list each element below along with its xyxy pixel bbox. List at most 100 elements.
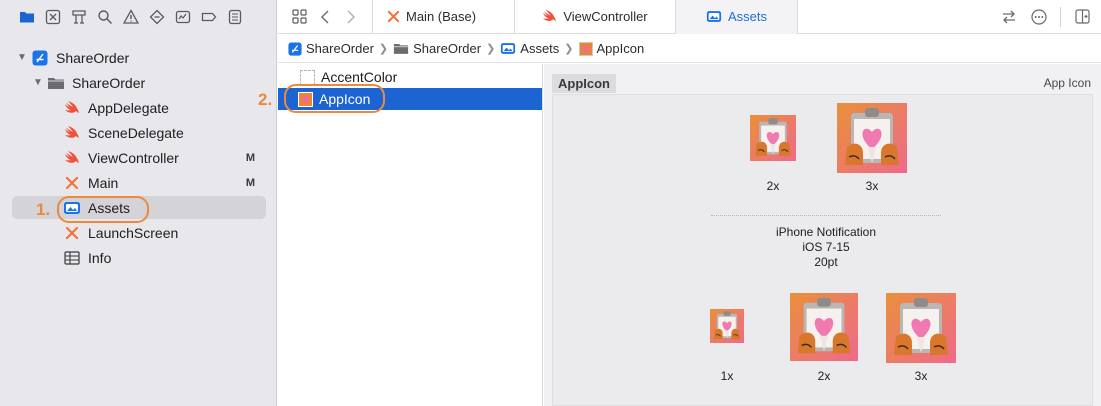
- step-1-annotation: 1.: [36, 200, 51, 219]
- scm-status-badge: M: [245, 151, 255, 164]
- tab-label: ViewController: [563, 9, 648, 24]
- app-icon-image: [710, 309, 744, 343]
- more-options-icon[interactable]: [1026, 4, 1052, 30]
- icon-slot-1x[interactable]: 1x: [710, 309, 744, 383]
- file-label: AppDelegate: [88, 99, 169, 116]
- breadcrumb-label: AppIcon: [596, 41, 645, 56]
- asset-detail-area: AppIcon App Icon 2x 3x iPhone Notificati…: [544, 64, 1101, 406]
- add-editor-split-icon[interactable]: [1069, 4, 1095, 30]
- icon-slot-3x[interactable]: 3x: [837, 103, 907, 193]
- storyboard-file-icon: [62, 175, 82, 191]
- tab-label: Assets: [727, 9, 767, 24]
- chevron-right-icon: ❯: [564, 43, 574, 55]
- tree-row-file[interactable]: LaunchScreen: [0, 220, 276, 245]
- breakpoint-navigator-icon[interactable]: [196, 4, 222, 30]
- debug-navigator-icon[interactable]: [170, 4, 196, 30]
- icon-slot-2x[interactable]: 2x: [790, 293, 858, 383]
- scale-label: 3x: [914, 369, 928, 383]
- icon-slot-3x[interactable]: 3x: [886, 293, 956, 383]
- app-icon-image: [837, 103, 907, 173]
- app-icon-image: [750, 115, 796, 161]
- tree-row-file[interactable]: ViewController M: [0, 145, 276, 170]
- assets-highlight-oval: [57, 196, 149, 223]
- asset-catalog-icon: [501, 43, 516, 54]
- tab-viewcontroller[interactable]: ViewController: [514, 0, 675, 34]
- tree-row-file[interactable]: Main M: [0, 170, 276, 195]
- asset-label: AccentColor: [321, 69, 398, 85]
- file-label: LaunchScreen: [88, 224, 179, 241]
- file-label: ViewController: [88, 149, 179, 166]
- toolbar-divider: [1060, 6, 1061, 27]
- tree-row-file[interactable]: Info: [0, 245, 276, 270]
- swap-arrows-icon[interactable]: [996, 4, 1022, 30]
- xcode-project-icon: [30, 50, 50, 66]
- breadcrumb-item[interactable]: ShareOrder: [393, 41, 481, 56]
- chevron-down-icon[interactable]: ▼: [30, 77, 46, 88]
- tab-assets[interactable]: Assets: [675, 0, 798, 34]
- asset-list: AccentColor AppIcon: [278, 64, 543, 406]
- scale-label: 2x: [766, 179, 780, 193]
- swift-file-icon: [62, 100, 82, 116]
- plist-table-icon: [62, 250, 82, 266]
- source-control-icon[interactable]: [40, 4, 66, 30]
- chevron-right-icon: ❯: [486, 43, 496, 55]
- step-2-annotation: 2.: [258, 90, 273, 109]
- appicon-highlight-oval: [284, 84, 385, 113]
- swift-icon: [543, 10, 556, 22]
- breadcrumb-item[interactable]: AppIcon: [578, 41, 645, 56]
- group-divider: [711, 215, 941, 216]
- app-icon-image: [790, 293, 858, 361]
- chevron-down-icon[interactable]: ▼: [14, 52, 30, 63]
- tab-label: Main (Base): [406, 9, 477, 24]
- project-navigator-folder-icon[interactable]: [14, 4, 40, 30]
- back-chevron-icon[interactable]: [312, 4, 338, 30]
- tree-row-group[interactable]: ▼ ShareOrder: [0, 70, 276, 95]
- asset-set-header: AppIcon App Icon: [552, 72, 1093, 94]
- app-icon-image: [886, 293, 956, 363]
- group-label: ShareOrder: [72, 74, 146, 91]
- scm-status-badge: M: [245, 176, 255, 189]
- breadcrumb-label: Assets: [520, 41, 560, 56]
- file-label: SceneDelegate: [88, 124, 184, 141]
- appicon-slots-panel: 2x 3x iPhone Notification iOS 7-15 20pt …: [552, 94, 1093, 406]
- tree-row-project[interactable]: ▼ ShareOrder: [0, 45, 276, 70]
- swift-file-icon: [62, 125, 82, 141]
- folder-icon: [394, 44, 409, 54]
- tree-row-file[interactable]: AppDelegate: [0, 95, 276, 120]
- icon-slot-2x[interactable]: 2x: [750, 115, 796, 193]
- find-navigator-search-icon[interactable]: [92, 4, 118, 30]
- report-navigator-icon[interactable]: [222, 4, 248, 30]
- asset-set-name[interactable]: AppIcon: [552, 73, 616, 93]
- project-tree: ▼ ShareOrder ▼ ShareOrder AppDelegate Sc…: [0, 45, 276, 270]
- navigator-toolbar: [0, 0, 276, 34]
- xcode-project-icon: [288, 41, 302, 56]
- breadcrumb-label: ShareOrder: [413, 41, 482, 56]
- appicon-thumbnail-icon: [578, 41, 593, 56]
- related-items-grid-icon[interactable]: [286, 4, 312, 30]
- asset-set-type: App Icon: [1043, 76, 1091, 90]
- breadcrumb-label: ShareOrder: [306, 41, 374, 56]
- tree-row-file[interactable]: SceneDelegate: [0, 120, 276, 145]
- swift-file-icon: [62, 150, 82, 166]
- issue-navigator-warning-icon[interactable]: [118, 4, 144, 30]
- assets-icon: [706, 11, 722, 22]
- scale-label: 3x: [865, 179, 879, 193]
- test-navigator-diamond-icon[interactable]: [144, 4, 170, 30]
- file-label: Main: [88, 174, 119, 191]
- breadcrumb-item[interactable]: ShareOrder: [288, 41, 374, 56]
- group-title-line: iOS 7-15: [802, 240, 850, 254]
- breadcrumb: ShareOrder ❯ ShareOrder ❯ Assets ❯ AppIc…: [278, 35, 1101, 63]
- scale-label: 1x: [720, 369, 734, 383]
- group-title-line: iPhone Notification: [775, 225, 877, 239]
- file-label: Info: [88, 249, 112, 266]
- forward-chevron-icon[interactable]: [338, 4, 364, 30]
- project-label: ShareOrder: [56, 49, 130, 66]
- scale-label: 2x: [817, 369, 831, 383]
- color-set-icon: [300, 69, 315, 85]
- breadcrumb-item[interactable]: Assets: [500, 41, 559, 56]
- symbol-navigator-icon[interactable]: [66, 4, 92, 30]
- navigator-sidebar: ▼ ShareOrder ▼ ShareOrder AppDelegate Sc…: [0, 0, 277, 406]
- chevron-right-icon: ❯: [378, 43, 389, 55]
- tab-main-base[interactable]: Main (Base): [372, 0, 514, 34]
- group-title-line: 20pt: [814, 255, 838, 269]
